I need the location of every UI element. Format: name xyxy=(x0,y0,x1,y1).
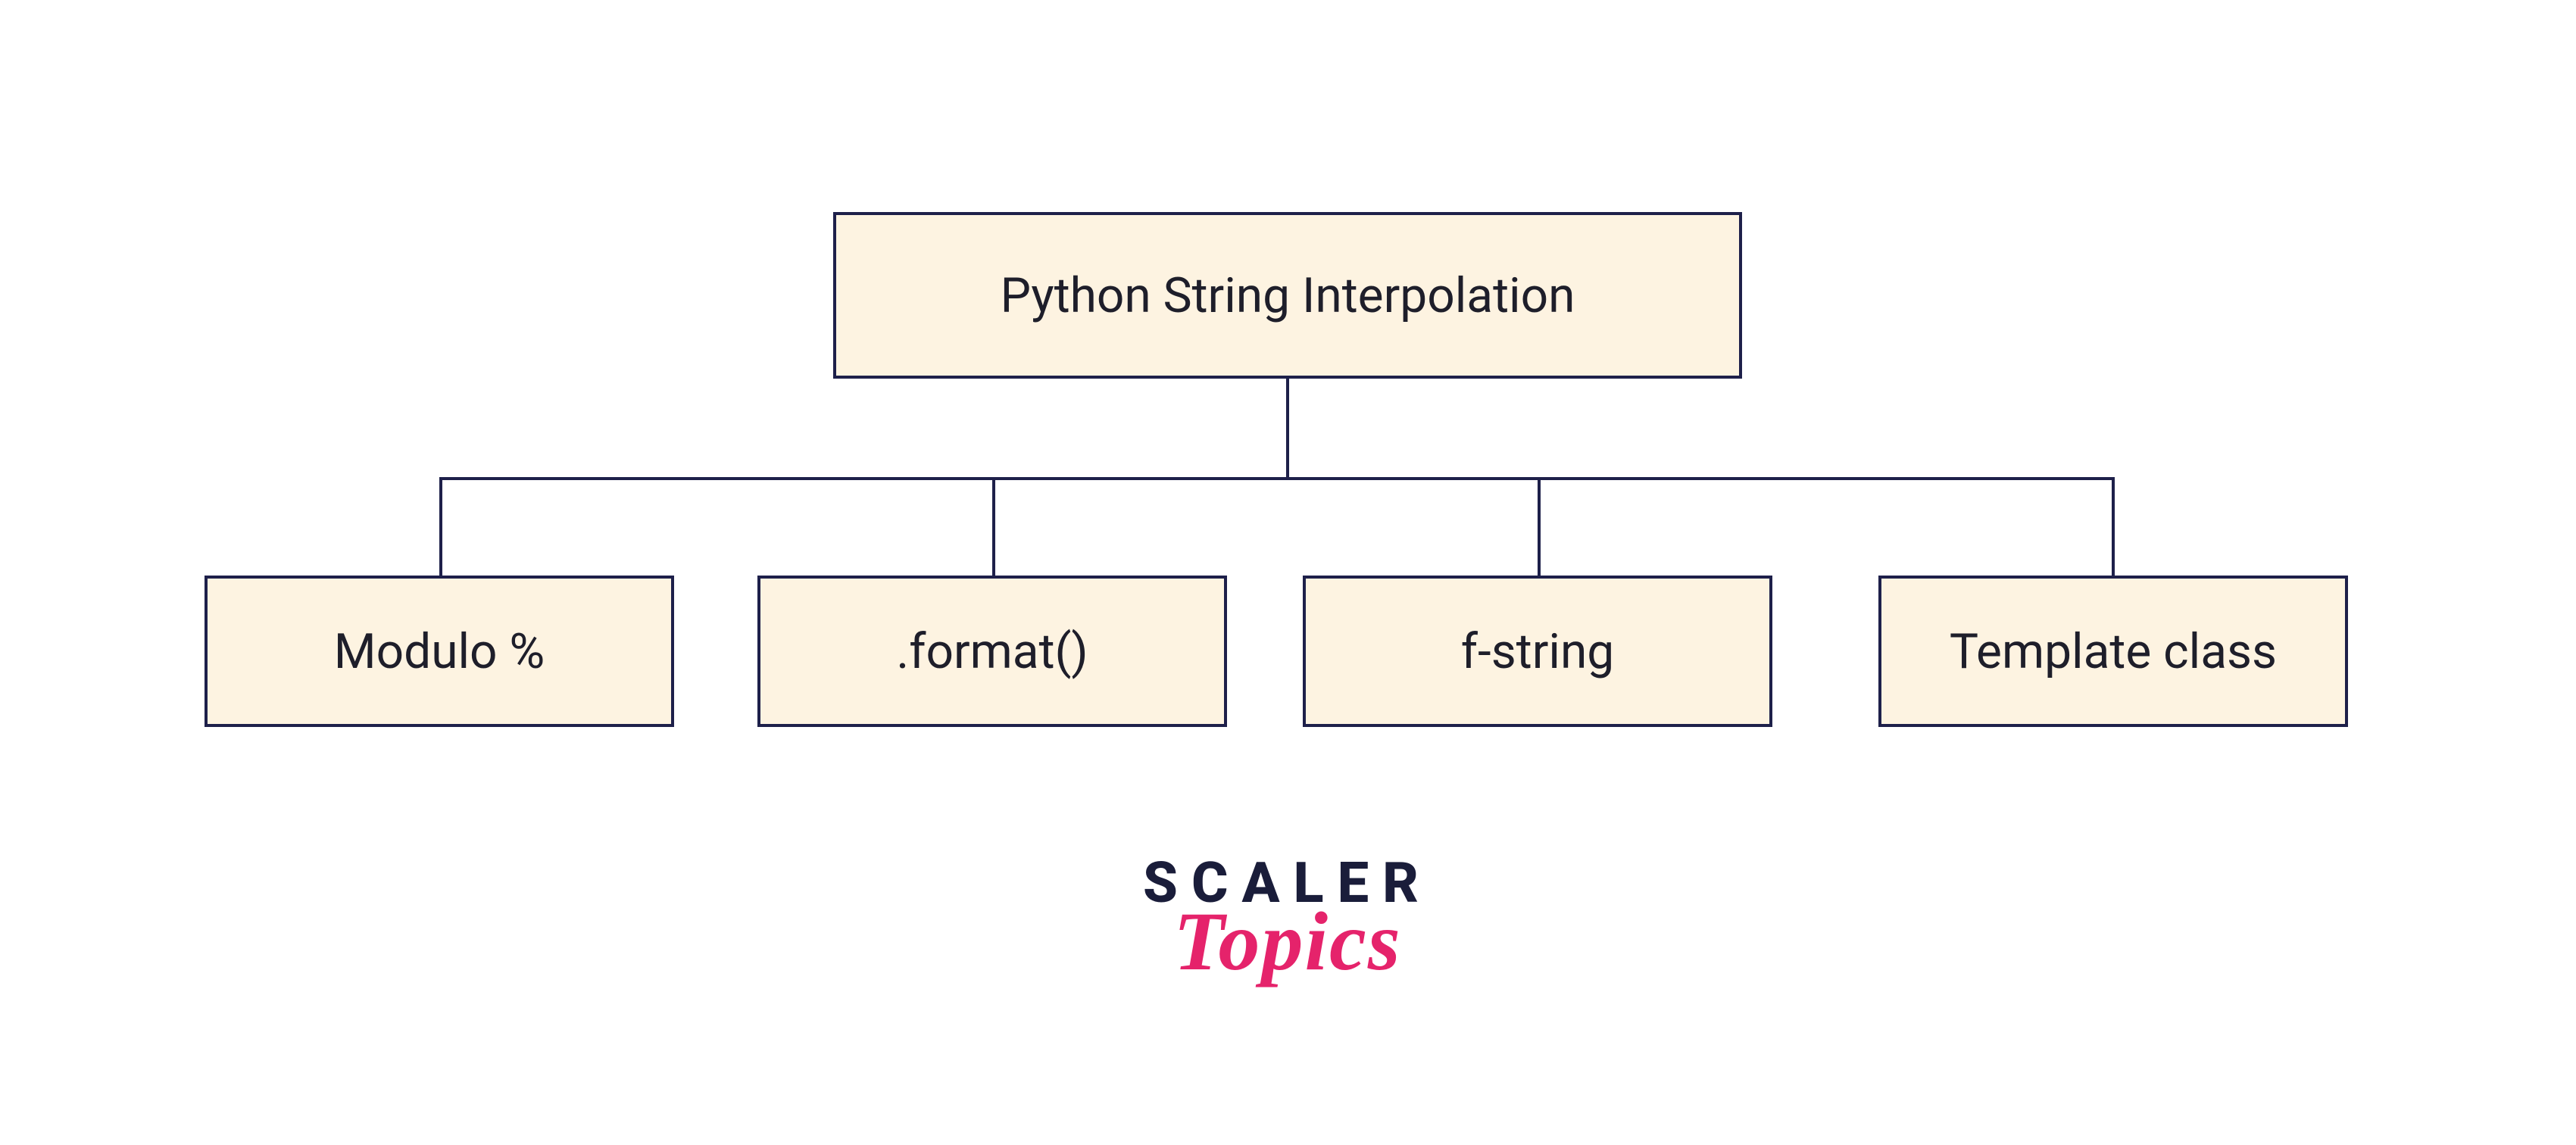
connector-child-1 xyxy=(439,477,442,576)
connector-child-4 xyxy=(2112,477,2115,576)
connector-child-3 xyxy=(1538,477,1541,576)
child-node-label: Modulo % xyxy=(334,623,545,680)
child-node-label: Template class xyxy=(1950,623,2277,680)
logo-line-2: Topics xyxy=(1129,904,1447,979)
child-node-modulo: Modulo % xyxy=(205,576,674,727)
root-node-label: Python String Interpolation xyxy=(1001,267,1575,324)
root-node: Python String Interpolation xyxy=(833,212,1742,379)
scaler-topics-logo: SCALER Topics xyxy=(1129,856,1447,979)
connector-child-2 xyxy=(992,477,995,576)
child-node-format: .format() xyxy=(757,576,1227,727)
child-node-label: f-string xyxy=(1461,623,1614,680)
connector-horizontal xyxy=(439,477,2113,480)
connector-root-drop xyxy=(1286,379,1289,477)
string-interpolation-diagram: Python String Interpolation Modulo % .fo… xyxy=(0,0,2576,1145)
child-node-template: Template class xyxy=(1878,576,2348,727)
child-node-label: .format() xyxy=(896,623,1088,680)
child-node-fstring: f-string xyxy=(1303,576,1772,727)
